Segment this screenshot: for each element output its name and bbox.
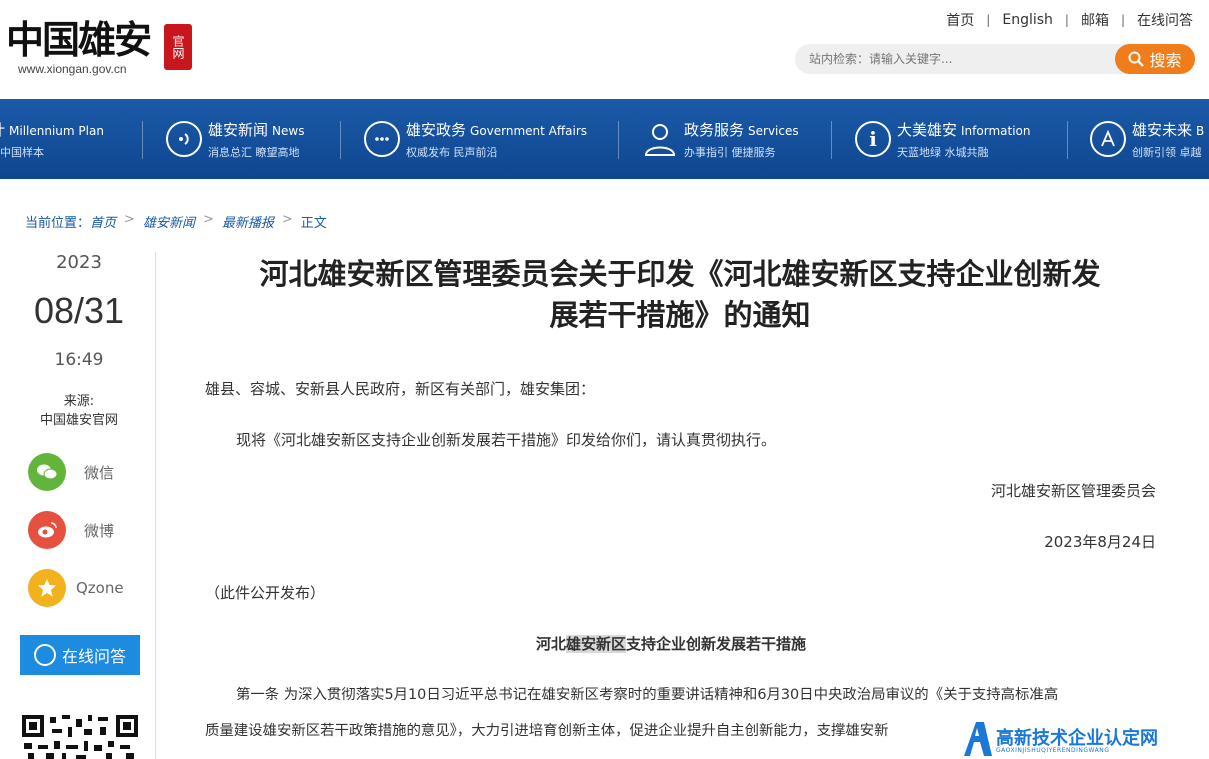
future-icon [1090,121,1126,157]
nav-item-sub: 权威发布 民声前沿 [406,145,498,159]
site-header: 中国雄安 www.xiongan.gov.cn 官网 首页 | English … [0,0,1209,99]
info-icon: i [855,121,891,157]
nav-item-en: Information [961,123,1031,138]
qr-code [22,715,138,759]
article-note: （此件公开发布） [205,584,326,602]
breadcrumb-label: 当前位置： [25,216,91,231]
breadcrumb-news[interactable]: 雄安新闻 [143,212,195,231]
nav-item-sub: 创新引领 卓越 [1132,145,1202,159]
nav-item-news[interactable]: 雄安新闻 News 消息总汇 瞭望高地 [166,99,304,179]
nav-item-en: Millennium Plan [9,123,104,138]
news-icon [166,121,202,157]
site-logo[interactable]: 中国雄安 www.xiongan.gov.cn 官网 [6,18,196,78]
share-weibo[interactable]: 微博 [28,511,114,549]
search-input[interactable] [809,44,1109,74]
article-signer: 河北雄安新区管理委员会 [990,482,1156,500]
search-button-label: 搜索 [1149,51,1182,70]
nav-item-en: News [272,123,305,138]
source-value: 中国雄安官网 [39,413,118,428]
logo-text: 中国雄安 [6,17,152,62]
nav-item-sub: 中国样本 [0,145,44,159]
top-link-home[interactable]: 首页 [934,10,986,30]
logo-url: www.xiongan.gov.cn [18,62,127,76]
nav-item-services[interactable]: 政务服务 Services 办事指引 便捷服务 [642,99,799,179]
watermark-subtext: GAOXINJISHUQIYERENDINGWANG [996,747,1110,754]
nav-item-sub: 办事指引 便捷服务 [684,145,776,159]
nav-item-title: 计 [0,121,5,139]
publish-year: 2023 [56,252,102,273]
source-label: 来源: [63,394,95,409]
article-title-line: 河北雄安新区管理委员会关于印发《河北雄安新区支持企业创新发 [259,257,1101,291]
search-bar: 搜索 [795,44,1195,74]
article-sign-date: 2023年8月24日 [1044,533,1156,551]
top-links: 首页 | English | 邮箱 | 在线问答 [934,10,1193,30]
breadcrumb-separator: > [124,212,135,227]
watermark-logo-icon [964,722,992,756]
share-label: 微博 [84,521,115,540]
breadcrumb-latest[interactable]: 最新播报 [222,212,274,231]
nav-divider [618,121,619,159]
nav-item-en: Services [748,123,799,138]
logo-seal: 官网 [164,24,192,70]
breadcrumb-current: 正文 [300,216,327,231]
nav-item-future[interactable]: 雄安未来 B 创新引领 卓越 [1090,99,1204,179]
nav-item-sub: 天蓝地绿 水城共融 [897,145,989,159]
nav-item-plan[interactable]: 计 Millennium Plan 中国样本 [0,99,104,179]
nav-divider [831,121,832,159]
nav-item-title: 雄安未来 [1132,120,1193,139]
breadcrumb-home[interactable]: 首页 [90,212,116,231]
nav-item-information[interactable]: i 大美雄安 Information 天蓝地绿 水城共融 [855,99,1030,179]
chat-icon [364,121,400,157]
article-paragraph: 第一条 为深入贯彻落实5月10日习近平总书记在雄安新区考察时的重要讲话精神和6月… [236,687,1059,703]
weibo-icon [28,511,66,549]
article-title: 河北雄安新区管理委员会关于印发《河北雄安新区支持企业创新发 展若干措施》的通知 [200,254,1160,336]
person-icon [642,121,678,157]
online-qa-button[interactable]: 在线问答 [20,635,140,675]
search-highlight: 雄安新区 [566,635,627,653]
online-qa-label: 在线问答 [61,647,126,666]
article-title-line: 展若干措施》的通知 [549,298,811,332]
main-nav: 计 Millennium Plan 中国样本 雄安新闻News 消息总汇 瞭望高地… [0,99,1209,179]
nav-item-title: 雄安新闻 [208,120,269,139]
top-link-mail[interactable]: 邮箱 [1069,10,1121,30]
share-label: 微信 [84,463,115,482]
share-label: Qzone [76,579,124,597]
search-button[interactable]: 搜索 [1115,44,1195,74]
nav-item-sub: 消息总汇 瞭望高地 [208,145,300,159]
article-paragraph: 现将《河北雄安新区支持企业创新发展若干措施》印发给你们，请认真贯彻执行。 [236,431,777,449]
article-salutation: 雄县、容城、安新县人民政府，新区有关部门，雄安集团： [205,380,596,398]
nav-item-title: 政务服务 [684,120,745,139]
top-link-english[interactable]: English [990,12,1065,28]
breadcrumb: 当前位置： 首页 > 雄安新闻 > 最新播报 > 正文 [25,212,335,231]
nav-item-en: B [1196,123,1205,138]
nav-divider [340,121,341,159]
breadcrumb-separator: > [202,212,214,227]
article-paragraph: 质量建设雄安新区若干政策措施的意见》，大力引进培育创新主体，促进企业提升自主创新… [205,723,889,739]
qzone-icon [28,569,66,607]
watermark: 高新技术企业认定网 GAOXINJISHUQIYERENDINGWANG [962,718,1209,759]
nav-item-title: 大美雄安 [897,120,958,139]
publish-date: 08/31 [33,290,125,331]
share-wechat[interactable]: 微信 [28,453,114,491]
nav-divider [142,121,143,159]
nav-item-en: Government Affairs [470,123,588,138]
nav-item-title: 雄安政务 [406,120,467,139]
top-link-qa[interactable]: 在线问答 [1125,10,1193,30]
subtitle-part: 河北 [536,635,567,653]
publish-time: 16:49 [54,350,104,370]
nav-item-government[interactable]: 雄安政务 Government Affairs 权威发布 民声前沿 [364,99,587,179]
chat-bubble-icon [33,644,56,666]
nav-divider [1067,121,1068,159]
wechat-icon [28,453,66,491]
search-icon [1128,51,1145,67]
share-qzone[interactable]: Qzone [28,569,124,607]
subtitle-part: 支持企业创新发展若干措施 [626,635,807,653]
article-subtitle: 河北雄安新区支持企业创新发展若干措施 [536,633,806,655]
breadcrumb-separator: > [281,212,293,227]
